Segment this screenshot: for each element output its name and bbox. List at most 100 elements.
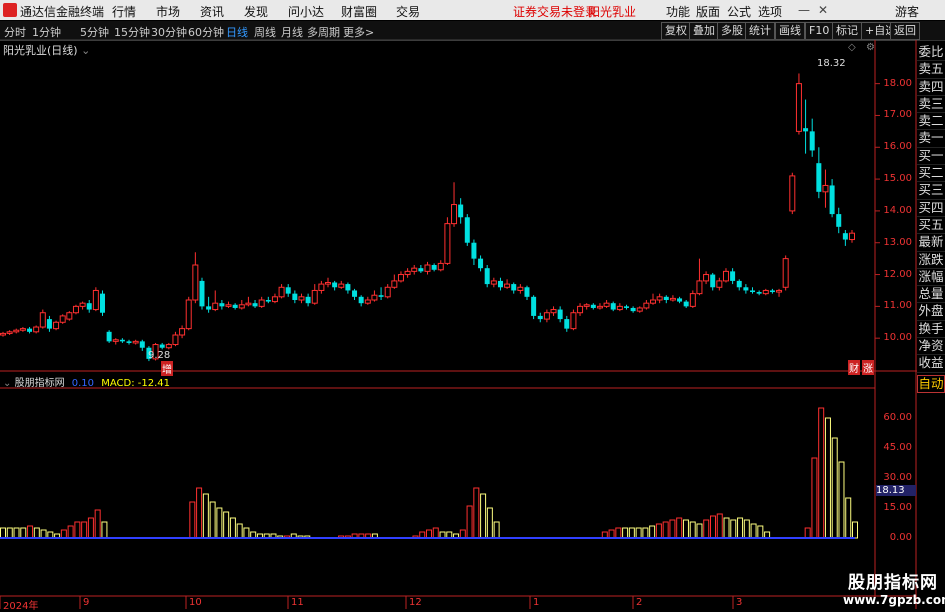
macd-bar xyxy=(682,519,689,539)
macd-bar xyxy=(493,521,500,539)
quote-field[interactable]: 总量 xyxy=(917,286,945,304)
candle-body xyxy=(0,332,6,336)
candle-body xyxy=(564,319,570,329)
candle-body xyxy=(543,312,550,320)
macd-bar xyxy=(818,407,825,539)
candle-body xyxy=(650,299,657,304)
candle-body xyxy=(437,262,444,271)
macd-bar xyxy=(750,523,757,539)
candle-body xyxy=(730,271,736,281)
candle-body xyxy=(517,286,524,291)
macd-bar xyxy=(473,487,480,539)
candle-body xyxy=(677,298,683,302)
macd-bar xyxy=(676,517,683,539)
candle-body xyxy=(722,270,729,282)
candle-body xyxy=(418,268,424,272)
macd-bar xyxy=(209,501,216,539)
candle-body xyxy=(803,128,809,132)
indicator-current: 18.13 xyxy=(876,485,916,496)
indicator-name[interactable]: 股朋指标网 xyxy=(15,378,65,389)
macd-bar xyxy=(838,461,845,539)
macd-bar xyxy=(716,513,723,539)
candle-body xyxy=(192,264,199,301)
macd-bar xyxy=(0,527,6,539)
macd-bar xyxy=(642,527,649,539)
candle-body xyxy=(490,280,497,285)
quote-field[interactable]: 收益 xyxy=(917,355,945,373)
macd-bar xyxy=(852,521,858,539)
quote-field[interactable]: 买五 xyxy=(917,217,945,235)
quote-field[interactable]: 卖三 xyxy=(917,96,945,114)
indicator-axis-label: 60.00 xyxy=(883,412,912,423)
x-axis-label: 3 xyxy=(736,597,743,608)
candle-body xyxy=(139,341,145,348)
quote-field[interactable]: 卖四 xyxy=(917,79,945,96)
quote-field[interactable]: 委比 xyxy=(917,44,945,62)
macd-bar xyxy=(20,527,27,539)
indicator-axis-label: 15.00 xyxy=(883,502,912,513)
candle-body xyxy=(689,293,696,307)
x-axis-label: 11 xyxy=(291,597,304,608)
candle-body xyxy=(444,223,451,264)
macd-bar xyxy=(426,529,432,539)
macd-bar xyxy=(757,525,764,539)
candle-body xyxy=(663,296,669,300)
candle-body xyxy=(271,296,278,303)
candle-body xyxy=(345,284,351,291)
macd-bar xyxy=(196,487,203,539)
quote-field[interactable]: 最新 xyxy=(917,234,945,252)
candle-body xyxy=(165,344,172,349)
candle-body xyxy=(736,280,742,288)
candle-body xyxy=(92,289,99,311)
quote-field[interactable]: 买二 xyxy=(917,165,945,183)
candle-body xyxy=(46,319,52,329)
candle-body xyxy=(219,303,225,307)
macd-bar xyxy=(486,507,493,539)
candle-body xyxy=(829,185,835,215)
macd-bar xyxy=(216,507,223,539)
quote-field[interactable]: 买四 xyxy=(917,200,945,217)
indicator-menu-icon[interactable]: ⌄ xyxy=(3,378,11,389)
candle-body xyxy=(185,299,192,330)
macd-bar xyxy=(67,525,74,539)
candle-body xyxy=(703,274,710,282)
candle-body xyxy=(159,344,165,348)
candle-body xyxy=(471,242,477,259)
quote-field[interactable]: 涨跌 xyxy=(917,252,945,269)
candle-body xyxy=(352,290,358,297)
quote-field[interactable]: 卖二 xyxy=(917,113,945,131)
macd-bar xyxy=(696,523,703,539)
macd-bar xyxy=(27,525,34,539)
candle-body xyxy=(232,304,238,308)
candle-body xyxy=(577,305,584,314)
quote-field[interactable]: 涨幅 xyxy=(917,269,945,287)
quote-field[interactable]: 卖一 xyxy=(917,130,945,148)
auto-button[interactable]: 自动 xyxy=(917,374,945,393)
quote-field[interactable]: 换手 xyxy=(917,321,945,339)
candle-body xyxy=(511,284,517,291)
candle-body xyxy=(842,233,848,240)
candle-body xyxy=(358,296,364,304)
quote-field[interactable]: 外盘 xyxy=(917,303,945,321)
watermark-title: 股朋指标网 xyxy=(848,573,938,593)
price-axis-label: 12.00 xyxy=(883,268,912,280)
watermark: 股朋指标网 www.7gpzb.com xyxy=(843,568,945,607)
quote-field[interactable]: 买三 xyxy=(917,182,945,200)
quote-field[interactable]: 买一 xyxy=(917,148,945,166)
candle-body xyxy=(106,331,112,342)
price-axis-label: 11.00 xyxy=(883,300,912,312)
candle-body xyxy=(809,131,815,151)
quote-field[interactable]: 卖五 xyxy=(917,61,945,79)
candle-body xyxy=(716,280,723,288)
macd-bar xyxy=(824,417,831,539)
candle-body xyxy=(265,300,271,302)
candle-body xyxy=(397,274,404,282)
candle-body xyxy=(238,304,245,309)
price-axis-label: 10.00 xyxy=(883,332,912,344)
candle-body xyxy=(816,163,822,192)
macd-bar xyxy=(229,517,236,539)
x-axis-label: 10 xyxy=(189,597,202,608)
candle-body xyxy=(33,326,40,333)
quote-field[interactable]: 净资 xyxy=(917,338,945,356)
candle-body xyxy=(318,283,325,291)
